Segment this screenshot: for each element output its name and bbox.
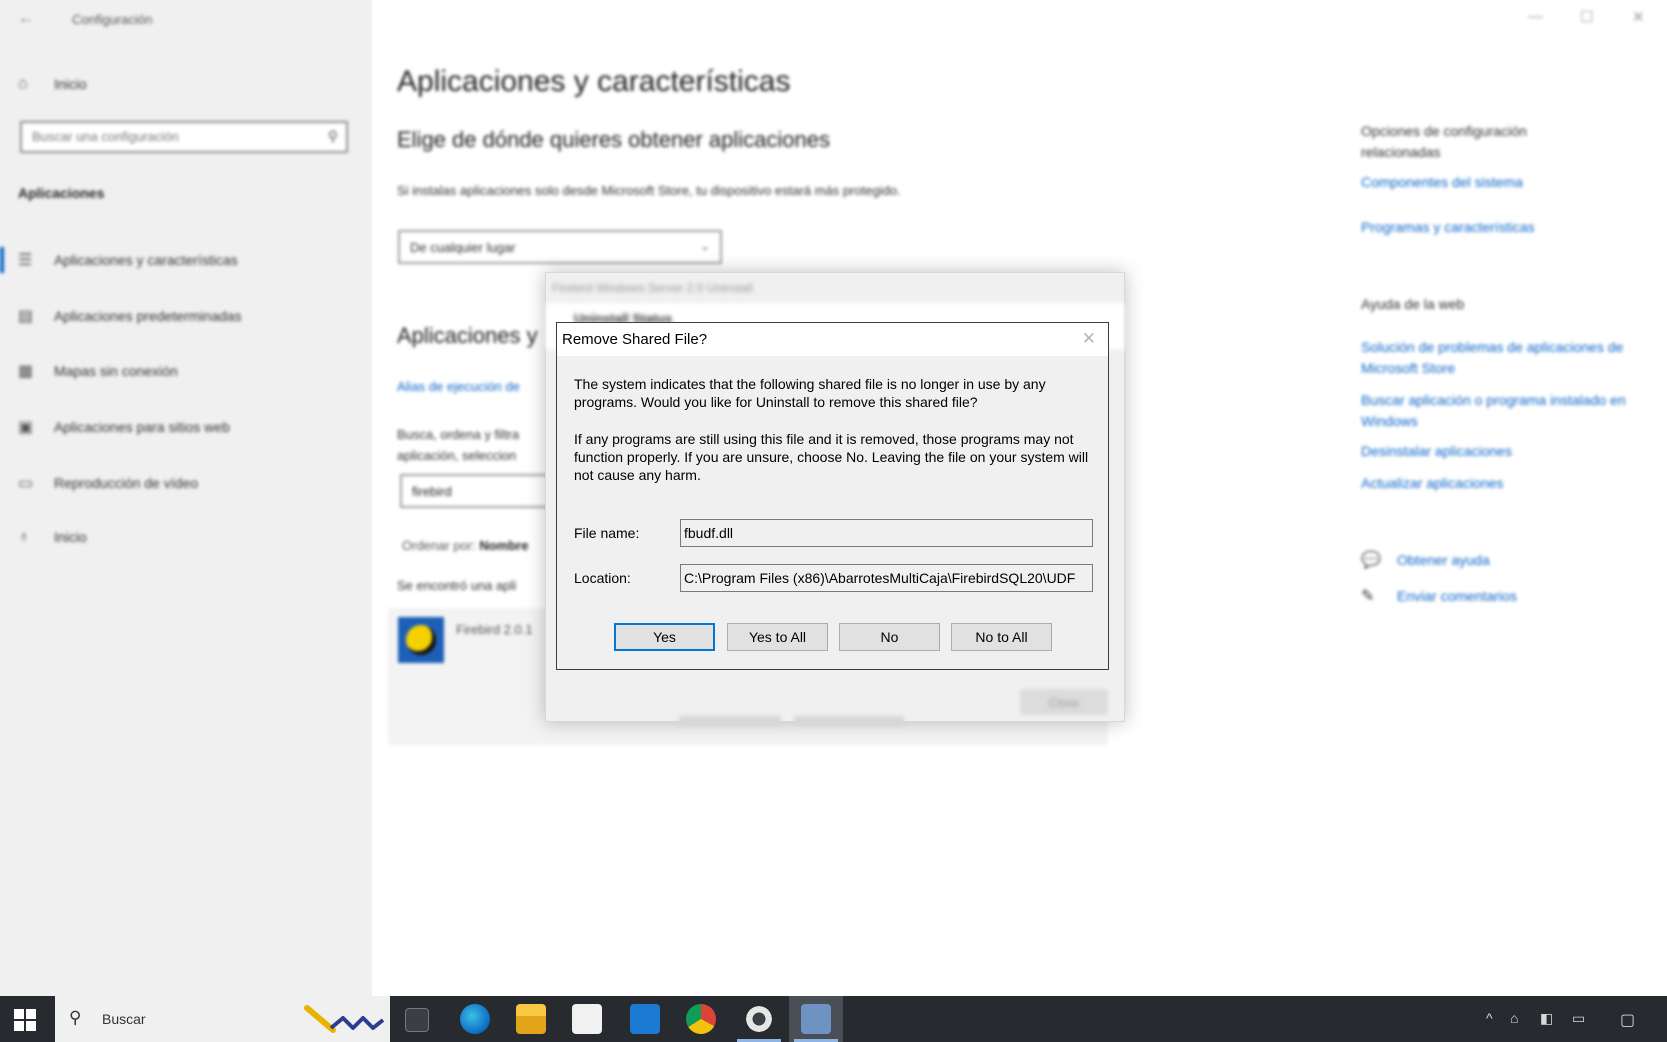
taskbar-uninstaller-button[interactable] xyxy=(789,996,843,1042)
search-icon: ⚲ xyxy=(327,128,338,144)
sidebar-item-home[interactable]: ⌂ Inicio xyxy=(18,75,87,93)
settings-sidebar: ← Configuración ⌂ Inicio Buscar una conf… xyxy=(0,0,372,996)
search-icon: ⚲ xyxy=(69,1008,82,1027)
dialog-message-warning: If any programs are still using this fil… xyxy=(574,431,1089,483)
uninstall-window-title: Firebird Windows Server 2.0 Uninstall xyxy=(552,281,753,295)
yes-button[interactable]: Yes xyxy=(614,623,715,651)
volume-icon[interactable]: ◧ xyxy=(1540,1010,1553,1027)
sort-value: Nombre xyxy=(479,538,529,553)
network-icon[interactable]: ⌂ xyxy=(1510,1010,1518,1026)
settings-gear-icon[interactable] xyxy=(744,1004,774,1034)
sidebar-item-label: Inicio xyxy=(54,76,87,92)
tray-overflow-icon[interactable]: ^ xyxy=(1486,1010,1493,1026)
settings-search-input[interactable]: Buscar una configuración ⚲ xyxy=(20,121,348,153)
sidebar-item-label: Mapas sin conexión xyxy=(54,363,178,379)
feedback-icon: ✎ xyxy=(1361,588,1375,605)
dialog-message-primary: The system indicates that the following … xyxy=(574,376,1046,410)
system-components-link[interactable]: Componentes del sistema xyxy=(1361,172,1651,193)
chrome-icon[interactable] xyxy=(686,1004,716,1034)
feedback-link[interactable]: Enviar comentarios xyxy=(1397,586,1667,607)
microsoft-store-icon[interactable] xyxy=(572,1004,602,1034)
sidebar-item-label: Reproducción de vídeo xyxy=(54,475,198,491)
help-link-find-app[interactable]: Buscar aplicación o programa instalado e… xyxy=(1361,390,1651,432)
maximize-icon[interactable]: ☐ xyxy=(1580,8,1593,26)
no-to-all-button[interactable]: No to All xyxy=(951,623,1052,651)
uninstall-close-button[interactable]: Close xyxy=(1021,690,1107,714)
apps-heading: Aplicaciones y xyxy=(397,323,538,348)
windows-start-icon[interactable] xyxy=(14,1009,36,1031)
choose-source-heading: Elige de dónde quieres obtener aplicacio… xyxy=(397,127,830,152)
websites-icon: ▣ xyxy=(18,419,34,436)
get-help-icon: 💬 xyxy=(1361,552,1381,569)
sidebar-item-websites[interactable]: ▣ Aplicaciones para sitios web xyxy=(18,417,230,437)
startup-icon: ♁ xyxy=(18,528,30,545)
sidebar-item-label: Inicio xyxy=(54,529,87,545)
app-source-dropdown[interactable]: De cualquier lugar ⌄ xyxy=(398,230,722,264)
yes-to-all-button[interactable]: Yes to All xyxy=(727,623,828,651)
sidebar-section-title: Aplicaciones xyxy=(18,185,105,201)
minimize-icon[interactable]: — xyxy=(1528,8,1543,25)
search-value: firebird xyxy=(412,484,452,499)
app-name: Firebird 2.0.1 xyxy=(456,622,533,637)
back-arrow-icon[interactable]: ← xyxy=(18,10,34,28)
active-item-indicator xyxy=(0,247,4,273)
battery-icon[interactable]: ▭ xyxy=(1572,1010,1585,1027)
apps-list-icon: ☰ xyxy=(18,252,33,269)
help-link-troubleshoot[interactable]: Solución de problemas de aplicaciones de… xyxy=(1361,337,1651,379)
page-title: Aplicaciones y características xyxy=(397,65,791,98)
offline-maps-icon: ▦ xyxy=(18,363,34,380)
apps-search-input[interactable]: firebird xyxy=(400,474,560,508)
search-placeholder: Buscar una configuración xyxy=(32,129,179,144)
sort-by-control[interactable]: Ordenar por: Nombre xyxy=(402,538,528,553)
help-link-update[interactable]: Actualizar aplicaciones xyxy=(1361,473,1651,494)
firebird-app-icon xyxy=(398,617,444,663)
help-link-uninstall[interactable]: Desinstalar aplicaciones xyxy=(1361,441,1651,462)
home-icon: ⌂ xyxy=(18,75,28,92)
close-icon[interactable]: ✕ xyxy=(1632,8,1645,26)
related-settings-title: Opciones de configuración relacionadas xyxy=(1361,123,1527,160)
location-label: Location: xyxy=(574,570,631,586)
uninstaller-icon xyxy=(801,1004,831,1034)
task-view-icon[interactable] xyxy=(405,1008,429,1032)
remove-shared-file-dialog: Remove Shared File? ✕ The system indicat… xyxy=(556,322,1109,670)
sidebar-item-label: Aplicaciones y características xyxy=(54,252,238,268)
mail-icon[interactable] xyxy=(630,1004,660,1034)
default-apps-icon: ▤ xyxy=(18,308,34,325)
taskbar-search-box[interactable]: ⚲ Buscar xyxy=(55,996,390,1042)
choose-source-description: Si instalas aplicaciones solo desde Micr… xyxy=(397,183,901,198)
programs-features-link[interactable]: Programas y características xyxy=(1361,217,1651,238)
edge-browser-icon[interactable] xyxy=(460,1004,490,1034)
sort-label: Ordenar por: xyxy=(402,538,476,553)
sidebar-item-label: Aplicaciones predeterminadas xyxy=(54,308,242,324)
location-field[interactable]: C:\Program Files (x86)\AbarrotesMultiCaj… xyxy=(680,564,1093,592)
dropdown-value: De cualquier lugar xyxy=(410,240,516,255)
chevron-down-icon: ⌄ xyxy=(699,239,710,253)
taskbar: ⚲ Buscar ^ ⌂ ◧ ▭ ▢ xyxy=(0,996,1667,1042)
video-icon: ▭ xyxy=(18,475,34,492)
sidebar-item-video[interactable]: ▭ Reproducción de vídeo xyxy=(18,473,198,493)
taskbar-search-text: Buscar xyxy=(102,1011,146,1027)
file-name-label: File name: xyxy=(574,525,640,541)
dialog-title: Remove Shared File? xyxy=(562,331,708,348)
apps-search-description: Busca, ordena y filtra aplicación, selec… xyxy=(397,427,520,463)
notification-center-icon[interactable]: ▢ xyxy=(1620,1010,1635,1030)
sidebar-item-startup[interactable]: ♁ Inicio xyxy=(18,528,87,546)
sidebar-item-apps-features[interactable]: ☰ Aplicaciones y características xyxy=(18,250,238,270)
close-icon[interactable]: ✕ xyxy=(1082,329,1096,349)
sidebar-item-label: Aplicaciones para sitios web xyxy=(54,419,230,435)
search-highlight-doodle-icon xyxy=(304,1005,385,1033)
no-button[interactable]: No xyxy=(839,623,940,651)
sidebar-item-offline-maps[interactable]: ▦ Mapas sin conexión xyxy=(18,361,178,381)
web-help-title: Ayuda de la web xyxy=(1361,296,1465,312)
execution-alias-link[interactable]: Alias de ejecución de xyxy=(397,379,520,394)
file-name-field[interactable]: fbudf.dll xyxy=(680,519,1093,547)
sidebar-item-default-apps[interactable]: ▤ Aplicaciones predeterminadas xyxy=(18,306,242,326)
window-title: Configuración xyxy=(72,12,153,27)
found-count-text: Se encontró una apli xyxy=(397,578,517,593)
get-help-link[interactable]: Obtener ayuda xyxy=(1397,550,1667,571)
dialog-titlebar: Remove Shared File? ✕ xyxy=(557,323,1108,356)
file-explorer-icon[interactable] xyxy=(516,1004,546,1034)
